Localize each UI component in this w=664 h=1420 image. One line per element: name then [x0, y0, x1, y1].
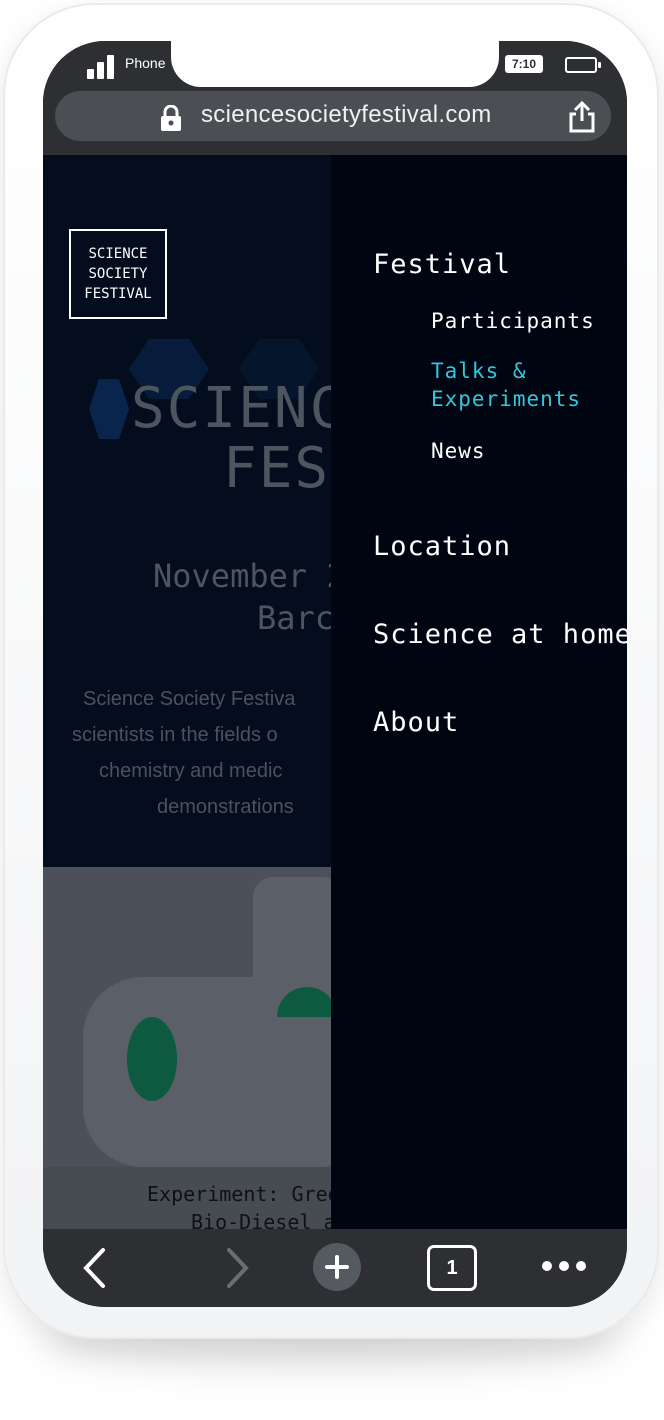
submenu-item-label: Talks & [431, 359, 527, 383]
carrier-label: Phone [125, 55, 166, 71]
lock-icon [161, 105, 181, 131]
menu-item-festival[interactable]: Festival [373, 249, 511, 280]
site-logo[interactable]: SCIENCE SOCIETY FESTIVAL [69, 229, 167, 319]
logo-line: FESTIVAL [84, 286, 152, 302]
hero-date: November 2 [153, 557, 346, 595]
back-icon[interactable] [81, 1247, 107, 1289]
description-line: demonstrations [157, 796, 294, 818]
logo-line: SOCIETY [88, 266, 148, 282]
more-options-icon[interactable] [541, 1259, 587, 1273]
signal-icon [87, 55, 117, 79]
nav-menu-panel: Festival Participants Talks & Experiment… [331, 155, 627, 1229]
tabs-button[interactable]: 1 [427, 1245, 477, 1291]
menu-item-science-at-home[interactable]: Science at home [373, 619, 627, 650]
phone-frame: Phone 7:10 sciencesocietyfestival.com SC… [3, 3, 659, 1339]
browser-toolbar: 1 [43, 1229, 627, 1307]
status-bar: Phone 7:10 [43, 41, 627, 93]
submenu-item-participants[interactable]: Participants [431, 307, 595, 335]
notch [171, 41, 499, 87]
plus-icon [325, 1255, 349, 1279]
hero-section: SCIENCE SOCIETY FESTIVAL SCIENCE FEST No… [43, 155, 379, 867]
battery-icon [565, 57, 601, 73]
description-line: chemistry and medic [99, 760, 283, 782]
menu-item-about[interactable]: About [373, 707, 459, 738]
forward-icon[interactable] [225, 1247, 251, 1289]
share-icon[interactable] [567, 101, 597, 133]
caption-line: Bio-Diesel a [191, 1210, 336, 1229]
new-tab-button[interactable] [313, 1243, 361, 1291]
submenu-item-talks-experiments[interactable]: Talks & Experiments [431, 357, 581, 413]
address-bar[interactable]: sciencesocietyfestival.com [55, 91, 611, 141]
leaf-logo-image [127, 1017, 177, 1101]
experiment-card-image[interactable] [43, 867, 343, 1167]
caption-line: Experiment: Gree [147, 1182, 340, 1206]
address-bar-area: sciencesocietyfestival.com [43, 87, 627, 155]
url-text[interactable]: sciencesocietyfestival.com [201, 101, 492, 129]
page-content: SCIENCE SOCIETY FESTIVAL SCIENCE FEST No… [43, 155, 627, 1229]
hero-description: Science Society Festiva scientists in th… [69, 681, 369, 825]
menu-item-location[interactable]: Location [373, 531, 511, 562]
status-time: 7:10 [505, 55, 543, 73]
submenu-item-label: Experiments [431, 387, 582, 411]
phone-screen: Phone 7:10 sciencesocietyfestival.com SC… [43, 41, 627, 1307]
description-line: Science Society Festiva [83, 688, 296, 710]
logo-line: SCIENCE [88, 246, 148, 262]
description-line: scientists in the fields o [72, 724, 278, 746]
submenu-item-news[interactable]: News [431, 437, 486, 465]
experiment-card-caption[interactable]: Experiment: Gree Bio-Diesel a [43, 1167, 343, 1229]
